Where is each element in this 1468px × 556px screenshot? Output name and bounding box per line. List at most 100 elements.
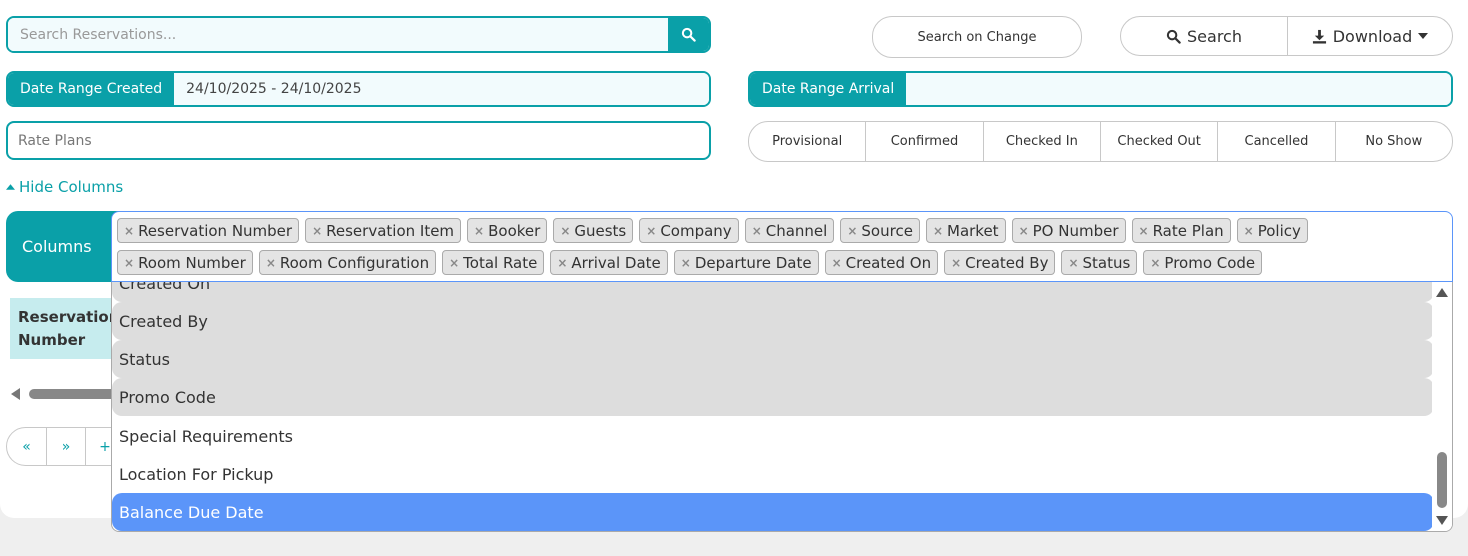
date-range-created-label: Date Range Created (8, 73, 175, 105)
date-range-arrival: Date Range Arrival (748, 71, 1453, 107)
column-tag: × Departure Date (673, 250, 819, 275)
scroll-up-arrow[interactable] (1436, 288, 1448, 297)
column-tag: × Arrival Date (550, 250, 668, 275)
remove-tag-icon[interactable]: × (1150, 256, 1160, 270)
column-tag: × Company (639, 218, 739, 243)
pager-next[interactable]: » (46, 428, 85, 465)
dropdown-option[interactable]: Promo Code (112, 378, 1434, 416)
rate-plans-placeholder: Rate Plans (18, 132, 92, 149)
rate-plans-select[interactable]: Rate Plans (6, 121, 711, 160)
status-filter-checked-in[interactable]: Checked In (982, 122, 1100, 161)
column-tag-label: PO Number (1032, 221, 1119, 240)
column-tag: × Room Number (117, 250, 253, 275)
search-submit-button[interactable] (668, 18, 709, 51)
column-tag: × Promo Code (1143, 250, 1263, 275)
search-icon (681, 27, 696, 42)
status-filter-cancelled[interactable]: Cancelled (1217, 122, 1334, 161)
date-range-created: Date Range Created 24/10/2025 - 24/10/20… (6, 71, 711, 107)
horizontal-scrollbar-thumb[interactable] (29, 389, 119, 399)
column-tag: × Room Configuration (258, 250, 437, 275)
column-tag-label: Room Number (138, 253, 246, 272)
dropdown-option[interactable]: Location For Pickup (112, 455, 1434, 493)
date-range-arrival-input[interactable] (906, 73, 1451, 105)
column-tag: × Created On (824, 250, 939, 275)
remove-tag-icon[interactable]: × (847, 224, 857, 238)
search-button[interactable]: Search (1121, 17, 1287, 55)
dropdown-scrollbar-thumb[interactable] (1437, 452, 1447, 508)
column-tag-label: Company (660, 221, 732, 240)
download-button-label: Download (1332, 26, 1413, 46)
pagination: « » + (6, 427, 126, 466)
status-filter-confirmed[interactable]: Confirmed (865, 122, 982, 161)
column-tag-label: Market (947, 221, 999, 240)
table-header-reservation-number[interactable]: Reservation Number (10, 298, 120, 359)
remove-tag-icon[interactable]: × (1019, 224, 1029, 238)
column-tag-label: Created On (845, 253, 932, 272)
column-tag-label: Source (861, 221, 913, 240)
search-icon (1166, 29, 1181, 44)
scroll-down-arrow[interactable] (1436, 516, 1448, 525)
columns-dropdown: Balance Due Date Location For Pickup Speci… (111, 282, 1453, 532)
hide-columns-toggle[interactable]: Hide Columns (6, 178, 123, 196)
remove-tag-icon[interactable]: × (1139, 224, 1149, 238)
column-tag-label: Total Rate (463, 253, 538, 272)
remove-tag-icon[interactable]: × (646, 224, 656, 238)
column-tag: × Channel (744, 218, 835, 243)
remove-tag-icon[interactable]: × (681, 256, 691, 270)
remove-tag-icon[interactable]: × (752, 224, 762, 238)
column-tag-label: Reservation Number (138, 221, 293, 240)
column-tag: × Status (1061, 250, 1138, 275)
remove-tag-icon[interactable]: × (124, 256, 134, 270)
dropdown-option[interactable]: Special Requirements (112, 417, 1434, 455)
remove-tag-icon[interactable]: × (124, 224, 134, 238)
column-tag-label: Rate Plan (1152, 221, 1224, 240)
remove-tag-icon[interactable]: × (266, 256, 276, 270)
columns-multiselect[interactable]: × Reservation Number × Reservation Item × Boo… (111, 211, 1453, 282)
date-range-created-input[interactable]: 24/10/2025 - 24/10/2025 (174, 73, 709, 105)
dropdown-option[interactable]: Balance Due Date (112, 493, 1434, 531)
scroll-left-arrow[interactable] (11, 388, 20, 400)
remove-tag-icon[interactable]: × (832, 256, 842, 270)
column-tag-label: Booker (488, 221, 541, 240)
column-tag-label: Promo Code (1164, 253, 1256, 272)
remove-tag-icon[interactable]: × (449, 256, 459, 270)
column-tag-label: Reservation Item (326, 221, 455, 240)
status-filter-no-show[interactable]: No Show (1334, 122, 1452, 161)
status-filter-provisional[interactable]: Provisional (749, 122, 865, 161)
column-tag: × Total Rate (442, 250, 545, 275)
remove-tag-icon[interactable]: × (474, 224, 484, 238)
remove-tag-icon[interactable]: × (560, 224, 570, 238)
column-tag-label: Departure Date (694, 253, 812, 272)
dropdown-option[interactable]: Created By (112, 302, 1434, 340)
hide-columns-label: Hide Columns (19, 178, 124, 196)
column-tag: × Reservation Item (305, 218, 462, 243)
search-on-change-button[interactable]: Search on Change (872, 16, 1082, 58)
column-tag: × Guests (553, 218, 634, 243)
column-tag-label: Created By (965, 253, 1049, 272)
column-tag: × Created By (944, 250, 1056, 275)
remove-tag-icon[interactable]: × (1068, 256, 1078, 270)
column-tag: × Policy (1236, 218, 1308, 243)
column-tag: × Reservation Number (117, 218, 300, 243)
pager-first[interactable]: « (7, 428, 46, 465)
remove-tag-icon[interactable]: × (1244, 224, 1254, 238)
column-tag-label: Channel (765, 221, 828, 240)
remove-tag-icon[interactable]: × (557, 256, 567, 270)
column-tag: × Rate Plan (1131, 218, 1231, 243)
column-tag-label: Arrival Date (571, 253, 661, 272)
column-tag-label: Policy (1257, 221, 1301, 240)
search-button-label: Search (1187, 26, 1242, 46)
column-tag: × Source (840, 218, 920, 243)
dropdown-scrollbar[interactable] (1432, 282, 1452, 531)
download-button[interactable]: Download (1287, 17, 1452, 55)
column-tag-label: Guests (574, 221, 627, 240)
caret-up-icon (6, 184, 15, 190)
caret-down-icon (1418, 33, 1429, 39)
remove-tag-icon[interactable]: × (933, 224, 943, 238)
search-input[interactable] (8, 18, 668, 51)
remove-tag-icon[interactable]: × (951, 256, 961, 270)
remove-tag-icon[interactable]: × (312, 224, 322, 238)
dropdown-option[interactable]: Status (112, 340, 1434, 378)
dropdown-option[interactable]: Created On (112, 282, 1434, 302)
status-filter-checked-out[interactable]: Checked Out (1099, 122, 1217, 161)
